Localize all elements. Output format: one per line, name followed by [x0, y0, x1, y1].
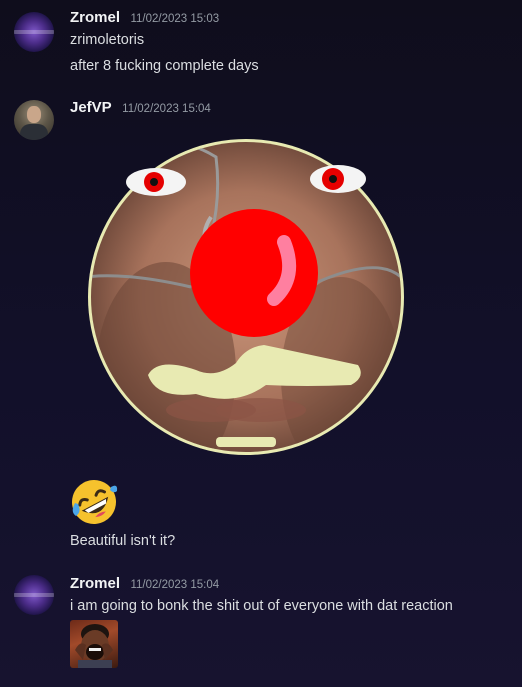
username[interactable]: JefVP [70, 99, 112, 116]
rolling-on-floor-laughing-emoji-icon[interactable] [70, 478, 118, 526]
message-text: i am going to bonk the shit out of every… [70, 598, 453, 614]
timestamp[interactable]: 11/02/2023 15:04 [130, 579, 219, 591]
clown-face-drawing-icon[interactable] [86, 137, 406, 457]
message-text: zrimoletoris [70, 32, 145, 48]
chat-message-list: Zromel 11/02/2023 15:03 zrimoletoris aft… [0, 0, 522, 687]
timestamp[interactable]: 11/02/2023 15:03 [130, 13, 219, 25]
username[interactable]: Zromel [70, 575, 120, 592]
avatar[interactable] [14, 12, 54, 52]
message-header: JefVP 11/02/2023 15:04 [70, 99, 211, 117]
message-text: Beautiful isn't it? [70, 533, 176, 549]
message-header: Zromel 11/02/2023 15:04 [70, 575, 219, 593]
avatar[interactable] [14, 100, 54, 140]
timestamp[interactable]: 11/02/2023 15:04 [122, 103, 211, 115]
username[interactable]: Zromel [70, 9, 120, 26]
message-header: Zromel 11/02/2023 15:03 [70, 9, 219, 27]
laughing-man-reaction-image-icon[interactable] [70, 620, 118, 668]
message-text: after 8 fucking complete days [70, 58, 259, 74]
avatar[interactable] [14, 575, 54, 615]
